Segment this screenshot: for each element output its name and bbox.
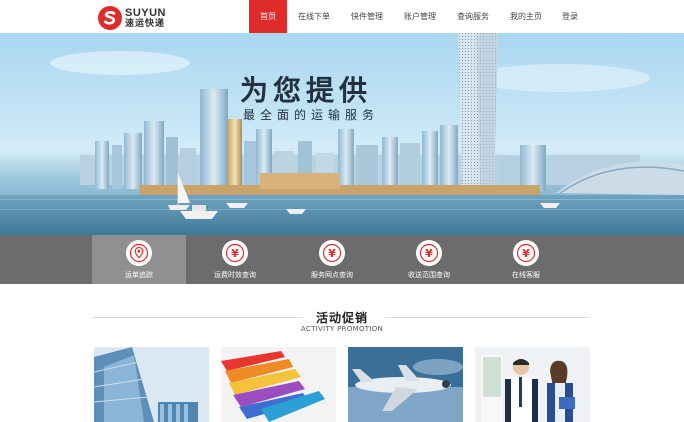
nav-package-management[interactable]: 快件管理 [341,0,393,33]
yen-icon: ¥ [222,240,248,266]
nav-query-service[interactable]: 查询服务 [447,0,499,33]
promotion-title: 活动促销 [315,311,368,325]
colorful-ribbons-image [221,347,336,422]
banner-title: 为您提供 [240,74,373,107]
service-outlet-query[interactable]: ¥ 服务网点查询 [285,235,379,284]
service-bar: 运单追踪 ¥ 运费时效查询 ¥ 服务网点查询 ¥ 收送范围查询 ¥ 在线客服 [0,235,684,284]
logo-brand-cn: 速运快递 [125,18,166,29]
service-waybill-tracking[interactable]: 运单追踪 [92,235,186,284]
city-skyline-image [0,33,684,235]
business-people-image [475,347,590,422]
promo-card-3[interactable] [348,347,463,422]
nav-my-homepage[interactable]: 我的主页 [499,0,553,33]
airplane-image [348,347,463,422]
nav-account-management[interactable]: 账户管理 [393,0,447,33]
logo-brand-en: SUYUN [125,6,167,19]
service-online-support[interactable]: ¥ 在线客服 [479,235,573,284]
service-label: 收送范围查询 [408,271,450,279]
service-label: 服务网点查询 [311,271,353,279]
svg-text:¥: ¥ [425,247,433,260]
nav-login[interactable]: 登录 [553,0,587,33]
hero-banner: 为您提供 最全面的运输服务 [0,33,684,235]
service-label: 运费时效查询 [214,271,256,279]
promo-card-2[interactable] [221,347,336,422]
logo-s-icon [98,6,122,30]
service-label: 运单追踪 [125,271,153,279]
yen-icon: ¥ [416,240,442,266]
logo[interactable]: SUYUN 速运快递 [98,5,178,31]
nav-home[interactable]: 首页 [249,0,287,33]
nav-online-order[interactable]: 在线下单 [287,0,341,33]
glass-buildings-image [94,347,209,422]
location-pin-icon [126,240,152,266]
service-freight-time-query[interactable]: ¥ 运费时效查询 [188,235,282,284]
service-delivery-range-query[interactable]: ¥ 收送范围查询 [382,235,476,284]
yen-icon: ¥ [319,240,345,266]
yen-icon: ¥ [513,240,539,266]
main-nav: 首页 在线下单 快件管理 账户管理 查询服务 我的主页 登录 [249,0,587,33]
service-label: 在线客服 [512,271,540,279]
svg-text:¥: ¥ [522,247,530,260]
promo-card-4[interactable] [475,347,590,422]
promotion-subtitle: ACTIVITY PROMOTION [300,325,384,333]
banner-subtitle: 最全面的运输服务 [243,108,380,122]
promo-card-1[interactable] [94,347,209,422]
svg-text:¥: ¥ [231,247,239,260]
header: SUYUN 速运快递 首页 在线下单 快件管理 账户管理 查询服务 我的主页 登… [0,0,684,33]
page: SUYUN 速运快递 首页 在线下单 快件管理 账户管理 查询服务 我的主页 登… [0,0,684,422]
svg-text:¥: ¥ [328,247,336,260]
